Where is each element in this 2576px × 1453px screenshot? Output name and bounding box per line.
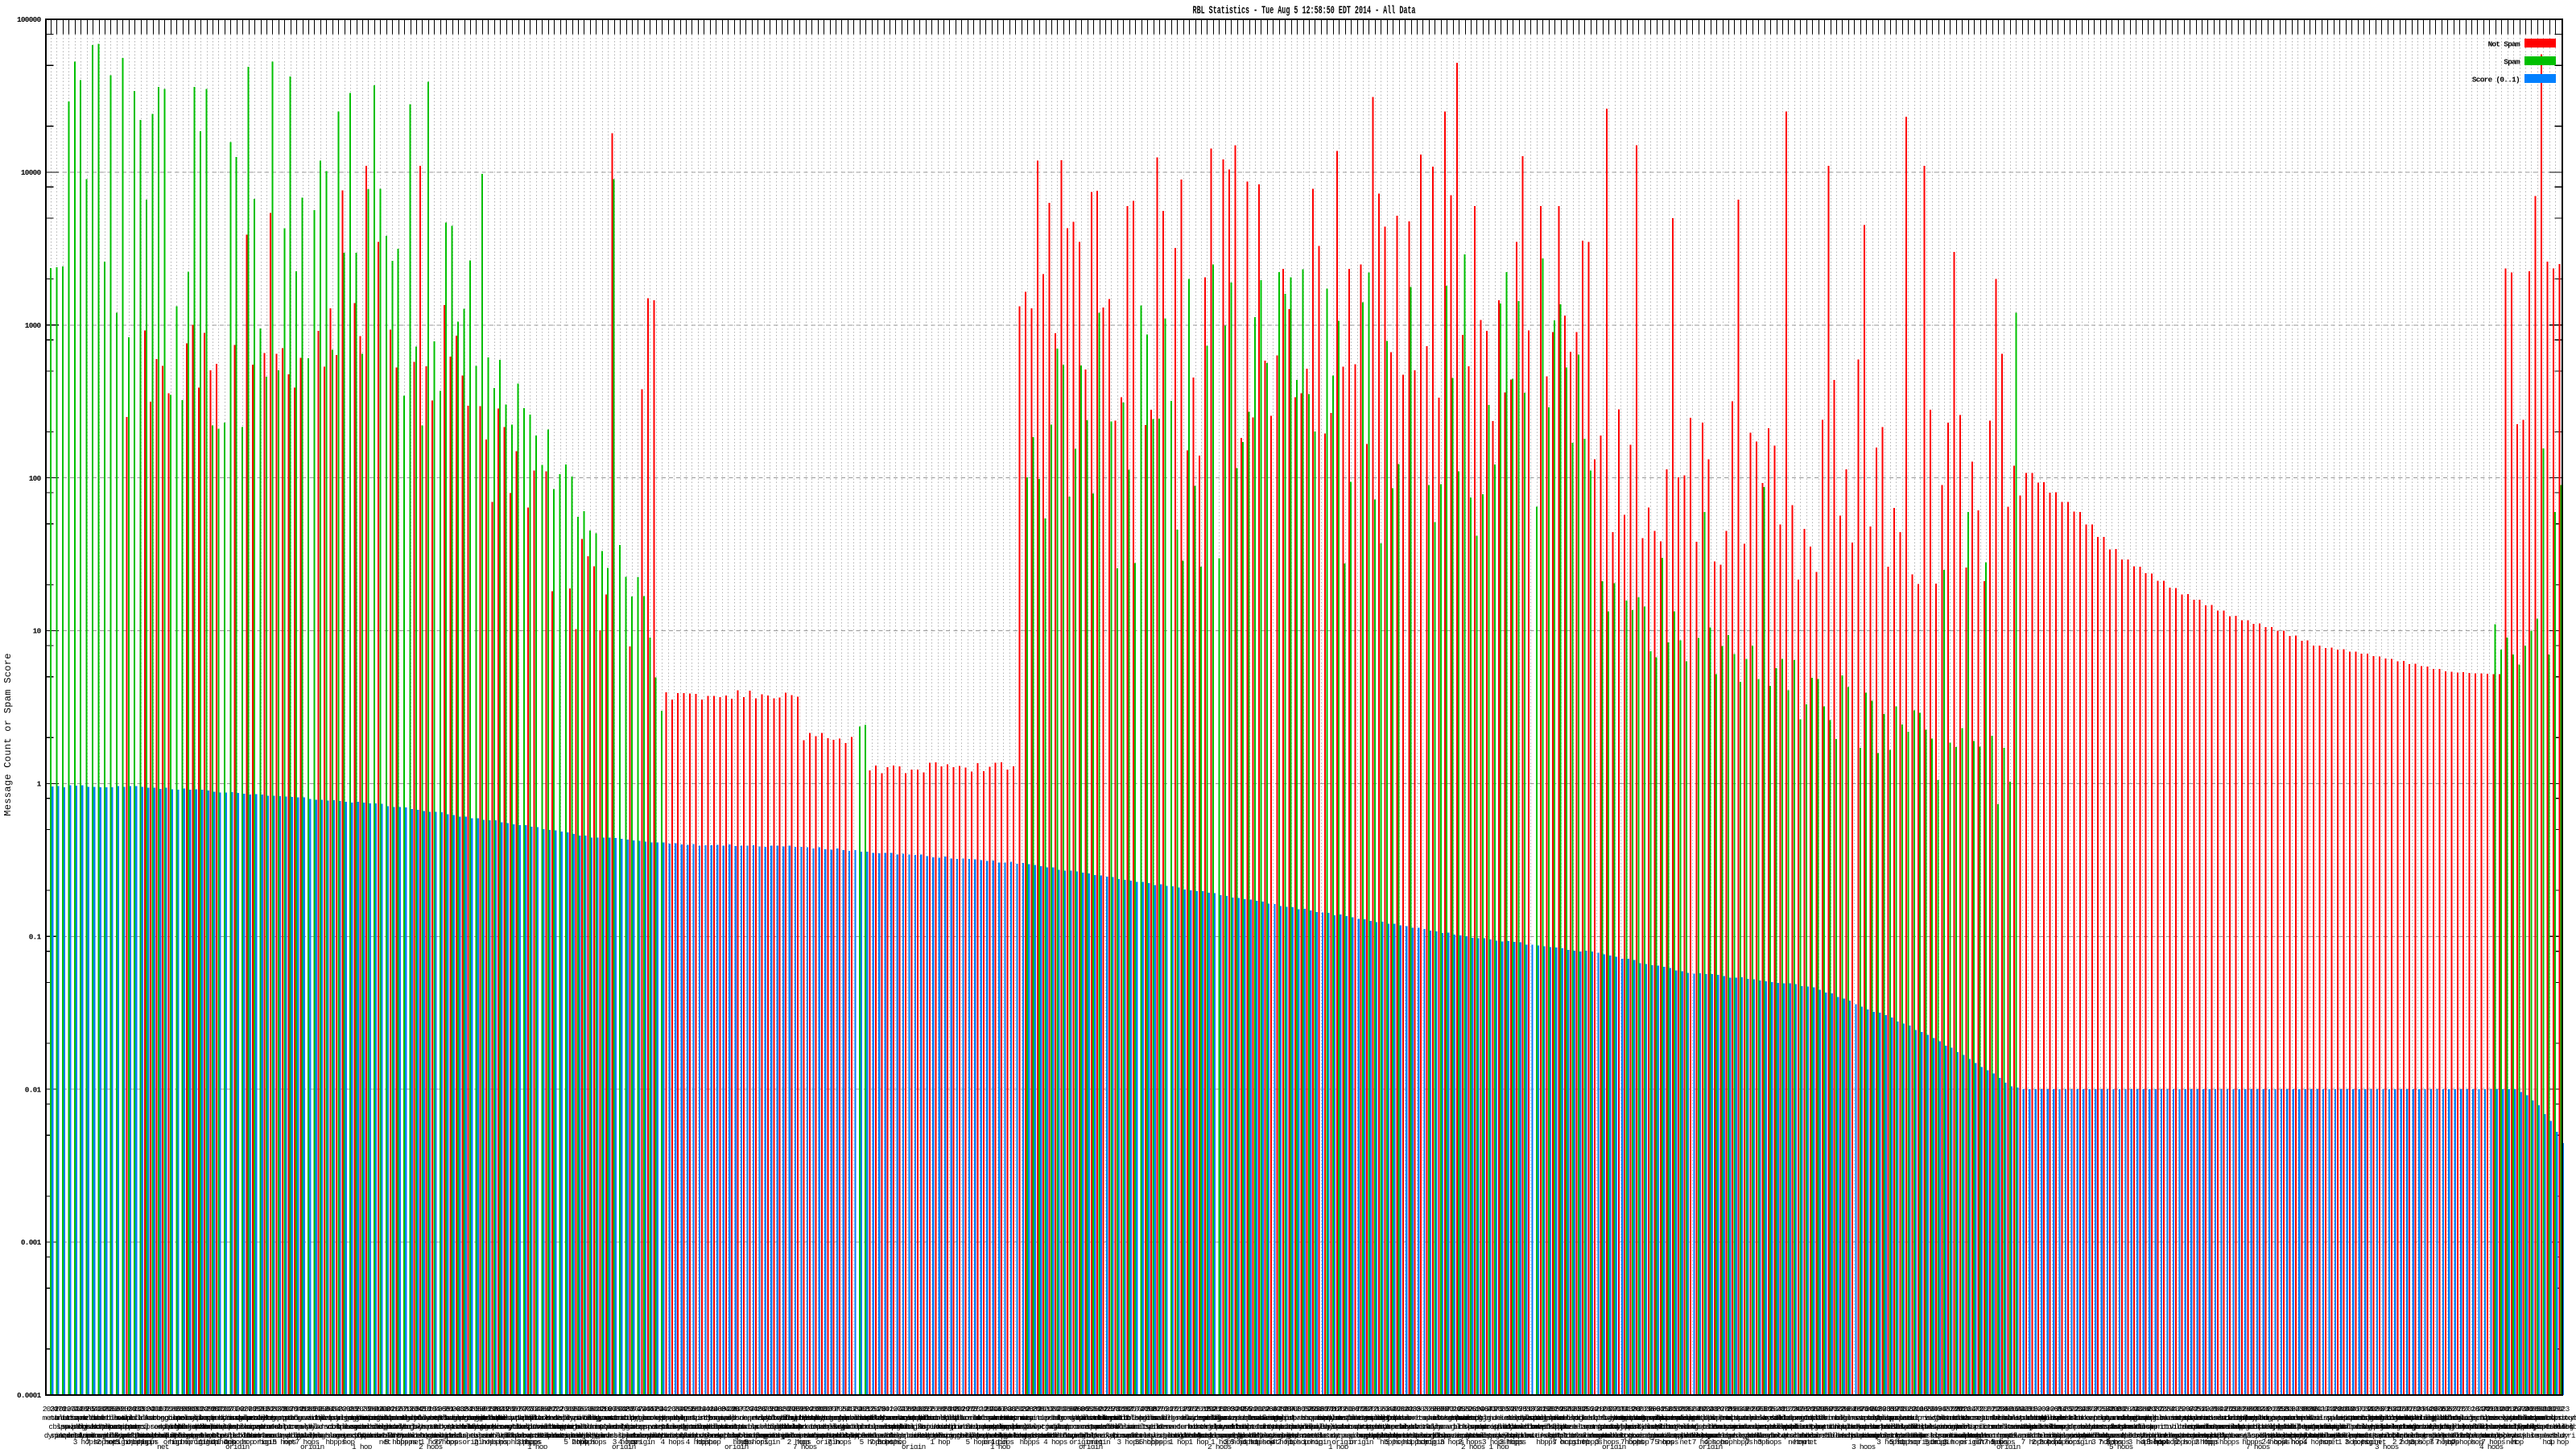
svg-text:hop: hop <box>2512 1438 2524 1447</box>
svg-text:4 hops: 4 hops <box>583 1438 607 1447</box>
svg-text:1 hop: 1 hop <box>990 1443 1010 1449</box>
svg-text:origin: origin <box>225 1443 250 1449</box>
svg-text:3 hops: 3 hops <box>1757 1438 1781 1447</box>
svg-text:0.1: 0.1 <box>29 933 42 942</box>
svg-text:hop: hop <box>259 1438 271 1447</box>
svg-text:origin: origin <box>1349 1438 1373 1447</box>
svg-text:2 hops: 2 hops <box>419 1443 443 1449</box>
svg-text:hop: hop <box>2205 1438 2217 1447</box>
svg-text:origin: origin <box>2068 1438 2092 1447</box>
svg-text:origin: origin <box>1602 1443 1626 1449</box>
svg-text:2 hops 1 hop: 2 hops 1 hop <box>1461 1443 1509 1449</box>
svg-text:Not Spam: Not Spam <box>2488 40 2520 49</box>
svg-text:7 hops: 7 hops <box>828 1438 852 1447</box>
svg-text:1 hop: 1 hop <box>1328 1443 1348 1449</box>
svg-text:cblps: cblps <box>671 1414 691 1422</box>
svg-text:2 hops: 2 hops <box>1208 1443 1232 1449</box>
svg-text:RBL Statistics - Tue Aug 5 12: RBL Statistics - Tue Aug 5 12:58:50 EDT … <box>1193 5 1416 18</box>
svg-text:5 hops: 5 hops <box>1654 1438 1678 1447</box>
svg-text:100: 100 <box>29 474 42 483</box>
svg-text:origin: origin <box>612 1443 636 1449</box>
svg-text:4 hops: 4 hops <box>661 1438 685 1447</box>
svg-text:origin: origin <box>1996 1443 2021 1449</box>
svg-text:2023: 2023 <box>2553 1405 2570 1414</box>
svg-text:proxybco: proxybco <box>2553 1414 2576 1422</box>
svg-text:10000: 10000 <box>21 168 42 177</box>
svg-text:3 hops: 3 hops <box>2375 1443 2399 1449</box>
svg-text:1 hop: 1 hop <box>1169 1438 1189 1447</box>
svg-text:origin: origin <box>1079 1443 1103 1449</box>
svg-text:manitu: manitu <box>2148 1422 2172 1431</box>
svg-text:Message Count or Spam Score: Message Count or Spam Score <box>2 653 14 816</box>
svg-text:hop: hop <box>2362 1438 2374 1447</box>
svg-text:blars: blars <box>2553 1422 2573 1431</box>
svg-text:origin: origin <box>724 1443 749 1449</box>
svg-text:hbpps: hbpps <box>1506 1438 1526 1447</box>
svg-text:hbpps: hbpps <box>1020 1438 1040 1447</box>
svg-text:net: net <box>283 1438 295 1447</box>
svg-text:10: 10 <box>33 627 42 636</box>
svg-text:5 hops: 5 hops <box>2109 1443 2133 1449</box>
svg-text:net: net <box>157 1443 169 1449</box>
svg-text:net: net <box>1680 1438 1692 1447</box>
svg-text:1 hop: 1 hop <box>352 1443 372 1449</box>
svg-text:1 hop: 1 hop <box>2549 1438 2569 1447</box>
svg-text:1 hop: 1 hop <box>930 1438 950 1447</box>
svg-text:0.001: 0.001 <box>21 1238 42 1247</box>
svg-text:net: net <box>881 1438 894 1447</box>
svg-text:0.01: 0.01 <box>25 1085 42 1094</box>
svg-text:hbpps: hbpps <box>138 1438 159 1447</box>
svg-text:1 hop: 1 hop <box>1188 1438 1208 1447</box>
svg-text:1 hop: 1 hop <box>527 1443 547 1449</box>
svg-text:4 hops: 4 hops <box>1043 1438 1067 1447</box>
svg-text:hop: hop <box>169 1438 181 1447</box>
svg-text:origin: origin <box>756 1438 780 1447</box>
svg-text:hop: hop <box>499 1438 511 1447</box>
svg-text:100000: 100000 <box>17 15 42 24</box>
svg-text:7 hops: 7 hops <box>793 1443 817 1449</box>
svg-text:3 hops: 3 hops <box>1852 1443 1876 1449</box>
svg-text:origin: origin <box>1307 1438 1331 1447</box>
svg-text:origin: origin <box>1699 1443 1723 1449</box>
svg-text:hop: hop <box>1721 1438 1733 1447</box>
svg-text:1000: 1000 <box>25 321 42 330</box>
svg-text:net: net <box>1805 1438 1817 1447</box>
svg-text:Spam: Spam <box>2504 58 2520 67</box>
svg-text:hop: hop <box>708 1438 720 1447</box>
svg-text:hbpps: hbpps <box>1151 1438 1171 1447</box>
svg-text:surri: surri <box>127 1422 148 1431</box>
svg-text:4 hops: 4 hops <box>2479 1443 2504 1449</box>
svg-text:hop: hop <box>2291 1438 2303 1447</box>
svg-text:0.0001: 0.0001 <box>17 1391 42 1400</box>
svg-text:origin: origin <box>902 1443 926 1449</box>
svg-text:Score (0..1): Score (0..1) <box>2472 76 2520 85</box>
svg-text:hbpps: hbpps <box>2219 1438 2240 1447</box>
svg-text:origin: origin <box>300 1443 324 1449</box>
svg-text:7 hops: 7 hops <box>2246 1443 2270 1449</box>
svg-text:hop: hop <box>1637 1438 1649 1447</box>
